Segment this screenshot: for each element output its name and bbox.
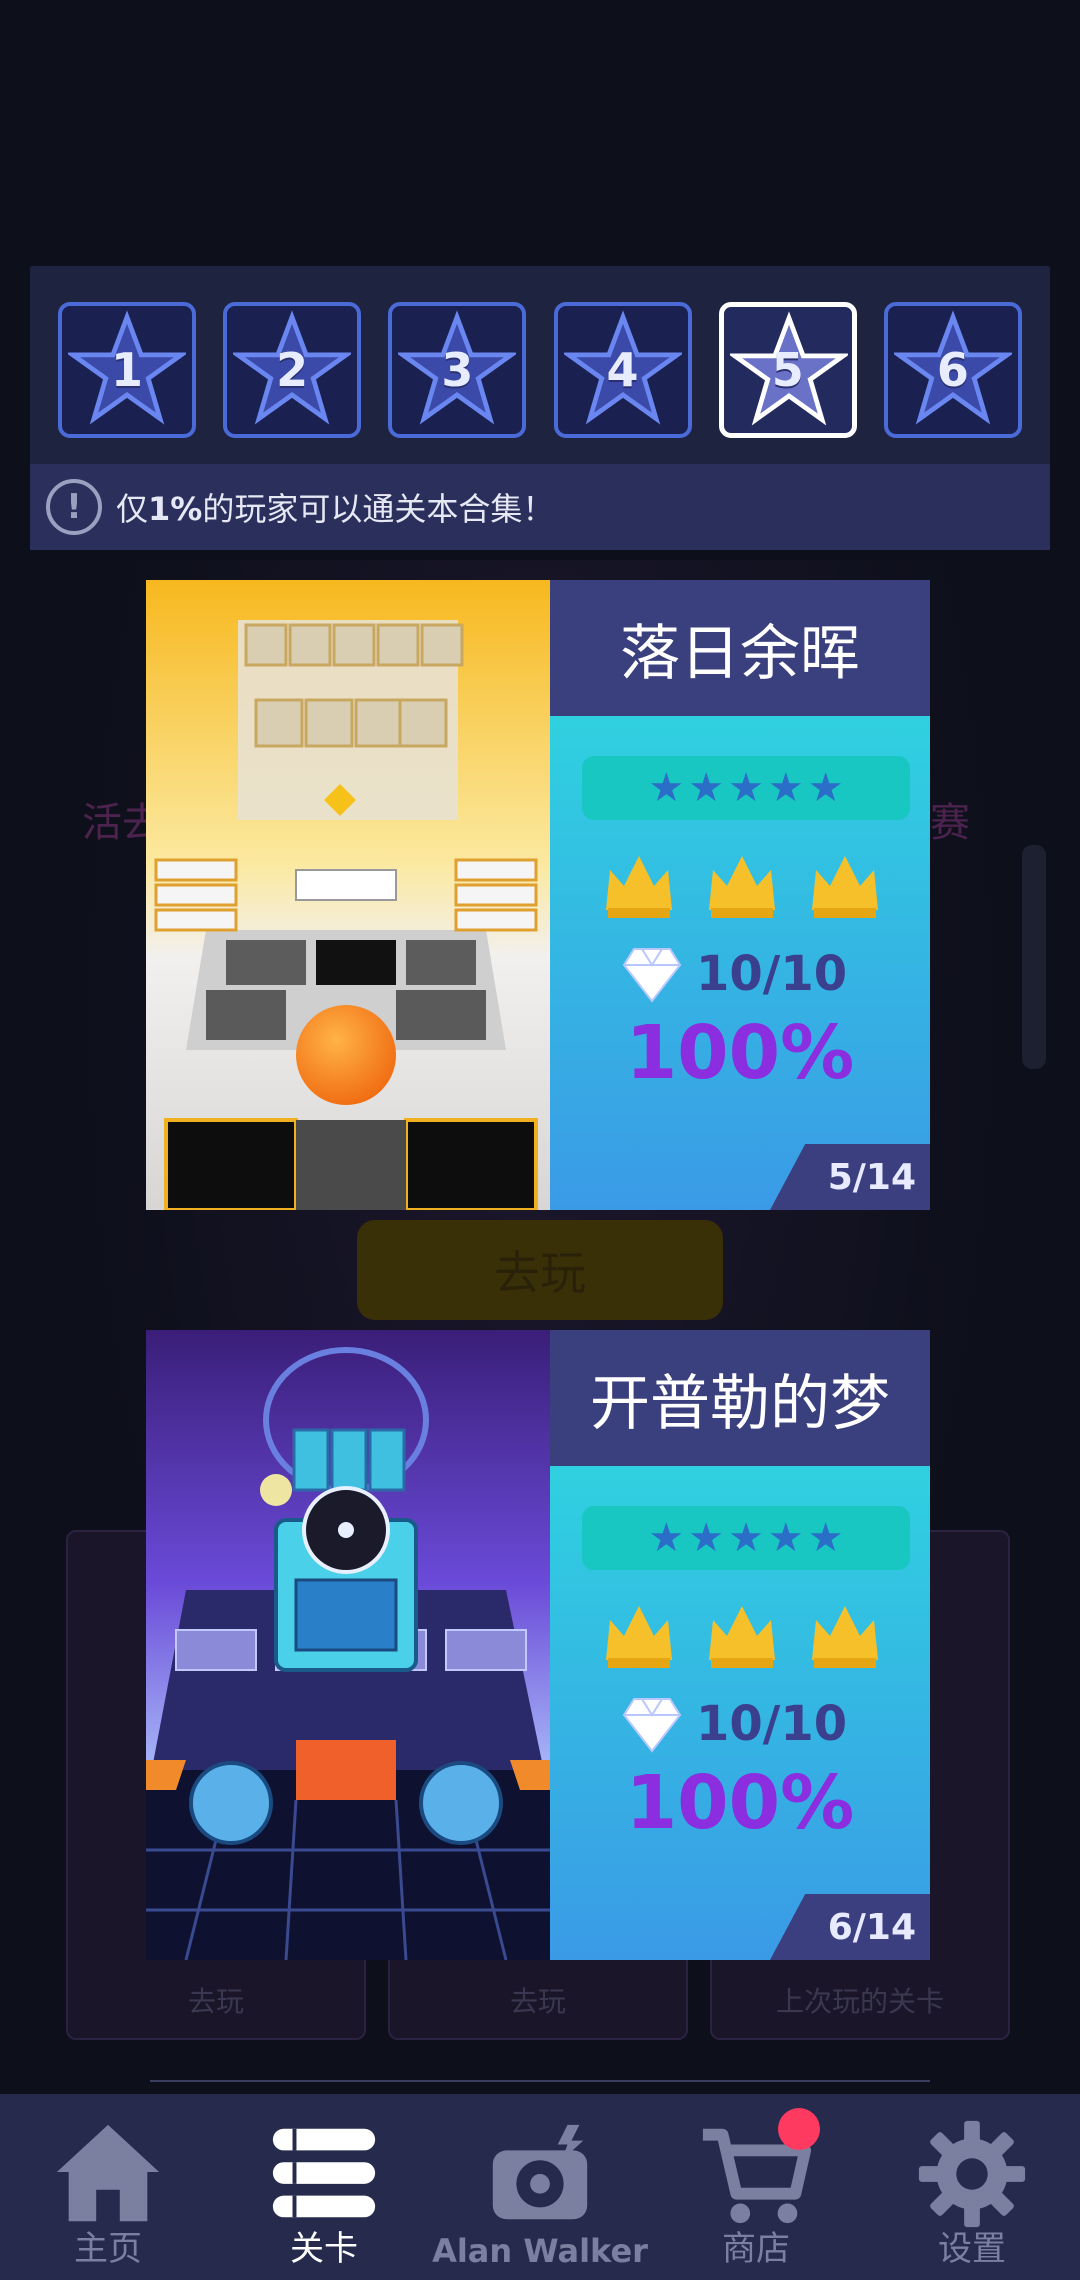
nav-label: 商店 <box>722 2229 790 2269</box>
divider <box>150 2080 930 2082</box>
gem-counter: 10/10 <box>622 1692 847 1756</box>
scrollbar[interactable] <box>1022 845 1046 1069</box>
level-info-panel: 落日余晖 ★ ★ ★ ★ ★ 10/10 100% 5/14 <box>550 580 930 1210</box>
background-card-label: 去玩 <box>509 1985 566 2018</box>
notice-text: 仅1%的玩家可以通关本合集！ <box>116 484 554 530</box>
gem-count: 10/10 <box>696 1696 848 1752</box>
crown-icon <box>709 1606 775 1668</box>
pack-tile-number: 3 <box>441 343 474 397</box>
crown-icon <box>606 856 672 918</box>
star-icon: ★ <box>728 765 764 811</box>
sunset-level-artwork <box>146 580 550 1210</box>
completion-notice: ! 仅1%的玩家可以通关本合集！ <box>30 464 1050 550</box>
card-page-indicator: 5/14 <box>770 1144 930 1210</box>
level-card-1[interactable]: 落日余晖 ★ ★ ★ ★ ★ 10/10 100% 5/14 <box>146 580 930 1210</box>
gem-counter: 10/10 <box>622 942 847 1006</box>
music-player-icon <box>492 2124 588 2220</box>
level-info-panel: 开普勒的梦 ★ ★ ★ ★ ★ 10/10 100% 6/14 <box>550 1330 930 1960</box>
star-rating: ★ ★ ★ ★ ★ <box>582 756 910 820</box>
star-icon: ★ <box>648 1515 685 1561</box>
pack-tile-3[interactable]: 3 <box>388 302 527 438</box>
level-title: 落日余晖 <box>550 580 930 716</box>
background-card-label: 去玩 <box>187 1985 244 2018</box>
diamond-icon <box>622 1698 682 1753</box>
pack-tile-5-selected[interactable]: 5 <box>718 302 857 438</box>
background-play-button: 去玩 <box>357 1220 723 1320</box>
pack-tile-1[interactable]: 1 <box>58 302 196 438</box>
nav-home[interactable]: 主页 <box>0 2094 216 2280</box>
level-artwork <box>146 580 550 1210</box>
list-icon <box>272 2128 376 2218</box>
nav-label: Alan Walker <box>432 2232 648 2270</box>
star-icon: ★ <box>688 1515 725 1561</box>
notice-prefix: 仅 <box>116 490 149 528</box>
level-card-2[interactable]: 开普勒的梦 ★ ★ ★ ★ ★ 10/10 100% 6/14 <box>146 1330 930 1960</box>
gear-icon <box>918 2120 1026 2228</box>
crown-icon <box>812 856 878 918</box>
star-icon: ★ <box>807 1515 844 1561</box>
crown-icon <box>606 1606 672 1668</box>
crown-row <box>602 850 882 930</box>
nav-label: 关卡 <box>290 2229 358 2269</box>
star-icon: ★ <box>648 765 685 811</box>
star-rating: ★ ★ ★ ★ ★ <box>582 1506 910 1570</box>
nav-shop[interactable]: 商店 <box>648 2094 864 2280</box>
star-icon: ★ <box>767 765 804 811</box>
level-artwork <box>146 1330 550 1960</box>
pack-tile-number: 1 <box>110 343 143 397</box>
crown-icon <box>709 856 775 918</box>
star-icon: ★ <box>767 1515 804 1561</box>
pack-tile-number: 4 <box>606 343 639 397</box>
space-level-artwork <box>146 1330 550 1960</box>
star-icon: ★ <box>807 765 844 811</box>
level-title: 开普勒的梦 <box>550 1330 930 1466</box>
level-pack-selector: 1 2 3 4 5 6 ! 仅1%的玩家可以通关本合集！ <box>30 266 1050 550</box>
star-icon: ★ <box>728 1515 764 1561</box>
diamond-icon <box>622 948 682 1003</box>
background-card-label: 上次玩的关卡 <box>775 1985 944 2018</box>
completion-percent: 100% <box>625 1010 855 1096</box>
gem-count: 10/10 <box>696 946 848 1002</box>
pack-tile-4[interactable]: 4 <box>553 302 692 438</box>
notice-highlight: 1% <box>148 490 203 528</box>
notice-suffix: 的玩家可以通关本合集！ <box>202 490 555 528</box>
exclamation-circle-icon: ! <box>46 479 102 535</box>
background-hint-right: 赛 <box>930 800 970 846</box>
pack-tile-6[interactable]: 6 <box>883 302 1022 438</box>
pack-tile-number: 5 <box>771 343 804 397</box>
notification-badge <box>778 2108 820 2150</box>
pack-tile-row: 1 2 3 4 5 6 <box>58 302 1022 438</box>
home-icon <box>56 2124 160 2222</box>
nav-label: 主页 <box>74 2229 142 2269</box>
crown-icon <box>812 1606 878 1668</box>
card-page-indicator: 6/14 <box>770 1894 930 1960</box>
pack-tile-2[interactable]: 2 <box>223 302 362 438</box>
nav-settings[interactable]: 设置 <box>864 2094 1080 2280</box>
nav-label: 设置 <box>938 2229 1006 2269</box>
nav-levels[interactable]: 关卡 <box>216 2094 432 2280</box>
pack-tile-number: 2 <box>276 343 309 397</box>
completion-percent: 100% <box>625 1760 855 1846</box>
star-icon: ★ <box>688 765 725 811</box>
bottom-nav: 主页 关卡 Alan Walker 商店 设置 <box>0 2094 1080 2280</box>
pack-tile-number: 6 <box>936 343 969 397</box>
crown-row <box>602 1600 882 1680</box>
nav-alan-walker[interactable]: Alan Walker <box>432 2094 648 2280</box>
